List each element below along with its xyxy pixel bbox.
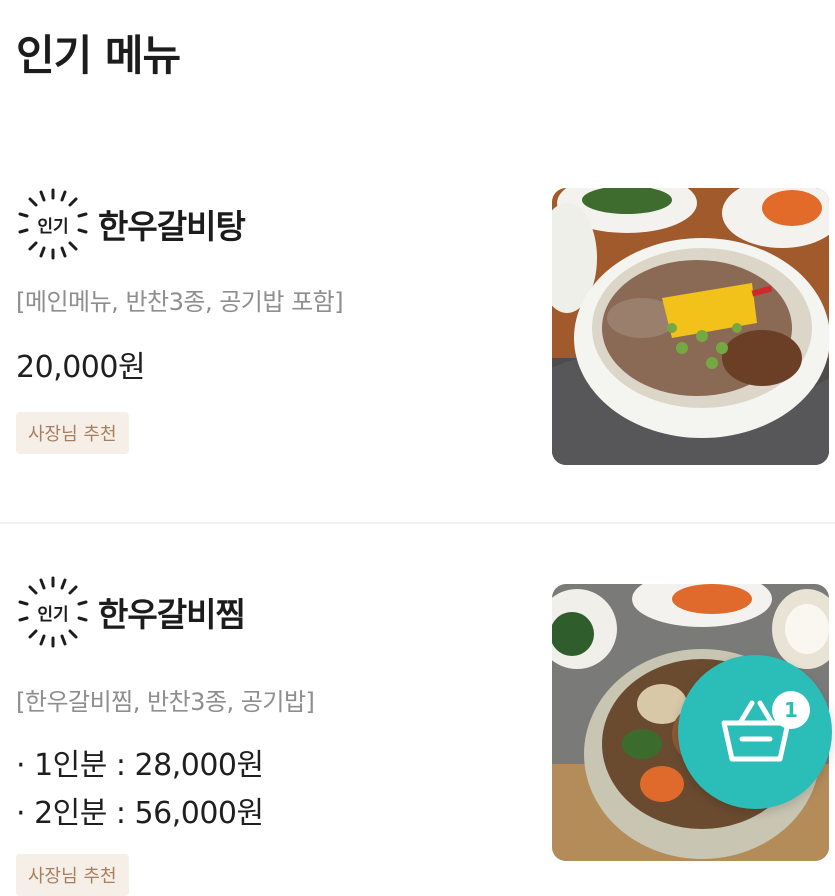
badge-label: 인기 bbox=[37, 604, 69, 625]
popular-badge: 인기 bbox=[16, 576, 90, 648]
recommendation-badge: 사장님 추천 bbox=[16, 412, 129, 454]
popular-badge: 인기 bbox=[16, 188, 90, 260]
page-title: 인기 메뉴 bbox=[16, 31, 181, 80]
menu-item-header: 인기 한우갈비찜 bbox=[16, 576, 246, 648]
galbitang-image bbox=[552, 188, 829, 465]
menu-item[interactable]: 인기 한우갈비탕 [메인메뉴, 반찬3종, 공기밥 포함] 20,000원 사장… bbox=[0, 180, 835, 480]
menu-item-name[interactable]: 한우갈비찜 bbox=[98, 588, 246, 636]
menu-item-description: [한우갈비찜, 반찬3종, 공기밥] bbox=[16, 688, 315, 716]
menu-item-price-1: · 1인분 : 28,000원 bbox=[16, 748, 264, 783]
section-divider bbox=[0, 522, 835, 524]
cart-button[interactable]: 1 bbox=[678, 655, 832, 809]
menu-item-price: 20,000원 bbox=[16, 350, 146, 385]
menu-item-description: [메인메뉴, 반찬3종, 공기밥 포함] bbox=[16, 288, 344, 316]
menu-item-price-2: · 2인분 : 56,000원 bbox=[16, 796, 264, 831]
galbitang-photo[interactable] bbox=[552, 188, 829, 465]
menu-item-name[interactable]: 한우갈비탕 bbox=[98, 200, 246, 248]
recommendation-badge: 사장님 추천 bbox=[16, 854, 129, 896]
badge-label: 인기 bbox=[37, 216, 69, 237]
cart-count-badge: 1 bbox=[772, 691, 810, 729]
menu-item-header: 인기 한우갈비탕 bbox=[16, 188, 246, 260]
